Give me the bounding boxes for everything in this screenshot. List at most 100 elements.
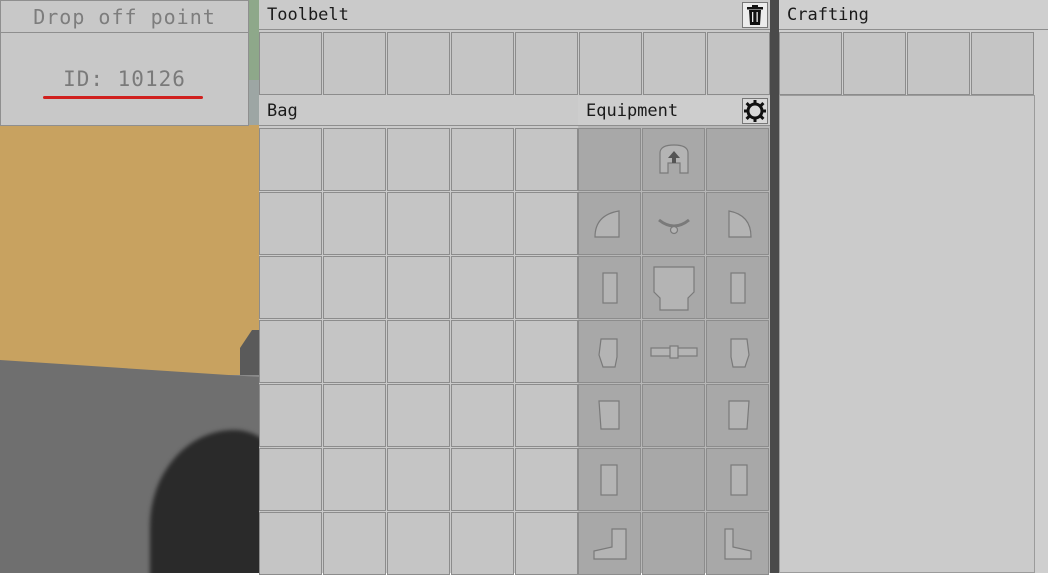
equipment-slot[interactable]: [578, 384, 641, 447]
toolbelt-slot[interactable]: [515, 32, 578, 95]
crafting-slot[interactable]: [843, 32, 906, 95]
equipment-slot[interactable]: [706, 448, 769, 511]
bag-slot[interactable]: [259, 192, 322, 255]
equipment-slot[interactable]: [642, 512, 705, 575]
equipment-slot[interactable]: [578, 448, 641, 511]
equipment-slot[interactable]: [578, 128, 641, 191]
bag-slot[interactable]: [515, 384, 578, 447]
toolbelt-panel: Toolbelt: [259, 0, 770, 96]
id-underline: [43, 96, 203, 99]
drop-off-id: ID: 10126: [63, 67, 186, 91]
bracer-left-icon: [601, 271, 618, 304]
equipment-slot[interactable]: [642, 448, 705, 511]
drop-off-panel: Drop off point ID: 10126: [0, 0, 249, 126]
equipment-slot[interactable]: [706, 320, 769, 383]
bag-slot[interactable]: [259, 320, 322, 383]
toolbelt-slot[interactable]: [259, 32, 322, 95]
equipment-slot[interactable]: [578, 512, 641, 575]
equipment-slot[interactable]: [642, 256, 705, 319]
shin-right-icon: [729, 463, 748, 496]
toolbelt-slot[interactable]: [643, 32, 706, 95]
bag-slot[interactable]: [515, 320, 578, 383]
equipment-slot[interactable]: [642, 320, 705, 383]
equipment-slot[interactable]: [706, 384, 769, 447]
helmet-icon: [658, 143, 689, 174]
gear-icon: [744, 100, 766, 122]
bag-slot[interactable]: [259, 448, 322, 511]
chest-armor-icon: [652, 265, 695, 311]
trash-button[interactable]: [742, 2, 768, 28]
bag-slot[interactable]: [515, 128, 578, 191]
bag-slot[interactable]: [387, 512, 450, 575]
bag-slot[interactable]: [323, 192, 386, 255]
equipment-slot[interactable]: [706, 128, 769, 191]
bag-slot[interactable]: [323, 512, 386, 575]
bag-slot[interactable]: [515, 192, 578, 255]
bag-slot[interactable]: [387, 192, 450, 255]
bag-slot[interactable]: [515, 448, 578, 511]
toolbelt-slot[interactable]: [323, 32, 386, 95]
bag-slot[interactable]: [451, 320, 514, 383]
toolbelt-title: Toolbelt: [267, 5, 349, 25]
belt-icon: [649, 344, 698, 359]
leg-left-icon: [597, 399, 620, 430]
toolbelt-slot[interactable]: [387, 32, 450, 95]
equipment-settings-button[interactable]: [742, 98, 768, 124]
bag-header: Bag: [259, 96, 579, 126]
crafting-panel: Crafting: [779, 0, 1048, 573]
shoulder-left-icon: [593, 209, 620, 238]
toolbelt-slot[interactable]: [579, 32, 642, 95]
bag-slot[interactable]: [387, 384, 450, 447]
bag-slot[interactable]: [387, 256, 450, 319]
bag-panel: Bag: [259, 96, 579, 575]
equipment-slot[interactable]: [706, 192, 769, 255]
bag-slot[interactable]: [259, 256, 322, 319]
equipment-slot[interactable]: [642, 128, 705, 191]
equipment-slot[interactable]: [578, 256, 641, 319]
equipment-slot[interactable]: [706, 512, 769, 575]
bag-slot[interactable]: [259, 512, 322, 575]
crafting-slot[interactable]: [971, 32, 1034, 95]
crafting-slot[interactable]: [779, 32, 842, 95]
leg-right-icon: [727, 399, 750, 430]
trash-icon: [747, 5, 763, 25]
bag-slot[interactable]: [259, 384, 322, 447]
glove-right-icon: [729, 337, 750, 368]
bag-slot[interactable]: [323, 320, 386, 383]
crafting-header: Crafting: [779, 0, 1048, 30]
bag-slot[interactable]: [515, 512, 578, 575]
boot-right-icon: [723, 527, 752, 560]
glove-left-icon: [597, 337, 618, 368]
bag-slot[interactable]: [451, 128, 514, 191]
equipment-title: Equipment: [586, 101, 679, 121]
shin-left-icon: [599, 463, 618, 496]
equipment-slot[interactable]: [642, 384, 705, 447]
bag-slot[interactable]: [515, 256, 578, 319]
bag-slot[interactable]: [323, 448, 386, 511]
bag-slot[interactable]: [387, 320, 450, 383]
necklace-icon: [657, 218, 690, 234]
bag-slot[interactable]: [387, 448, 450, 511]
equipment-slot[interactable]: [642, 192, 705, 255]
shoulder-right-icon: [727, 209, 752, 238]
boot-left-icon: [592, 527, 627, 560]
bracer-right-icon: [729, 271, 746, 304]
bag-slot[interactable]: [451, 448, 514, 511]
bag-slot[interactable]: [451, 256, 514, 319]
equipment-slot[interactable]: [578, 192, 641, 255]
toolbelt-header: Toolbelt: [259, 0, 770, 30]
toolbelt-slot[interactable]: [451, 32, 514, 95]
toolbelt-slot[interactable]: [707, 32, 770, 95]
bag-slot[interactable]: [323, 384, 386, 447]
equipment-slot[interactable]: [706, 256, 769, 319]
bag-slot[interactable]: [451, 512, 514, 575]
bag-slot[interactable]: [387, 128, 450, 191]
bag-slot[interactable]: [451, 384, 514, 447]
bag-title: Bag: [267, 101, 298, 121]
equipment-slot[interactable]: [578, 320, 641, 383]
bag-slot[interactable]: [323, 128, 386, 191]
bag-slot[interactable]: [259, 128, 322, 191]
bag-slot[interactable]: [323, 256, 386, 319]
bag-slot[interactable]: [451, 192, 514, 255]
crafting-slot[interactable]: [907, 32, 970, 95]
